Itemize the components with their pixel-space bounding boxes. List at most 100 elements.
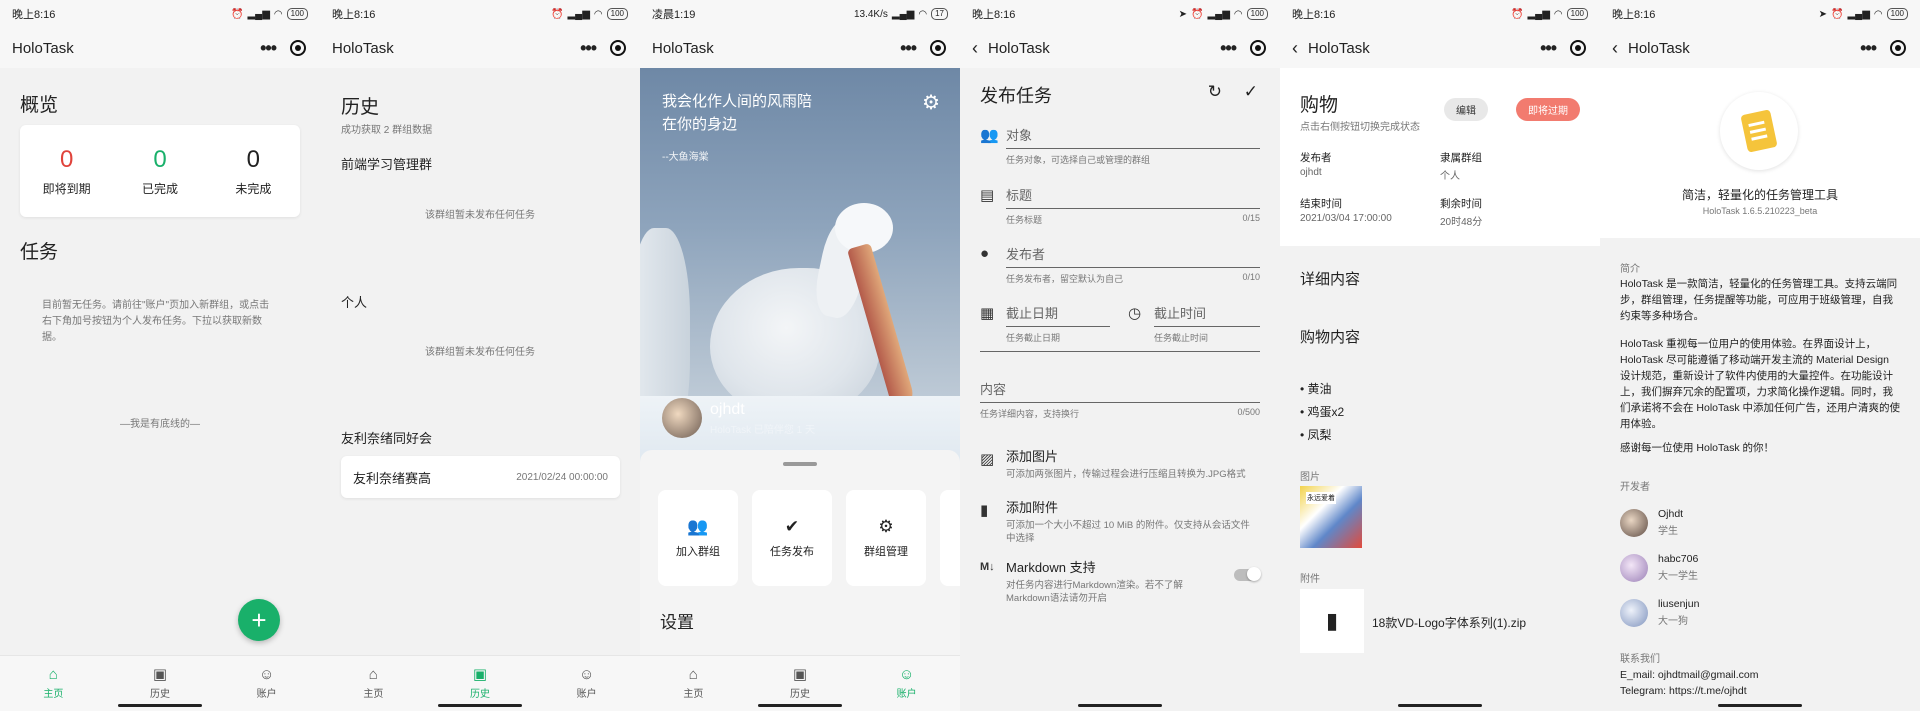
attachment-name[interactable]: 18款VD-Logo字体系列(1).zip bbox=[1372, 614, 1526, 631]
gesture-bar bbox=[758, 704, 842, 707]
option-title: Markdown 支持 bbox=[1006, 560, 1096, 575]
task-hint: 点击右侧按钮切换完成状态 bbox=[1300, 122, 1420, 133]
contact-telegram[interactable]: Telegram: https://t.me/ojhdt bbox=[1620, 683, 1747, 699]
account-icon: ☺ bbox=[579, 666, 595, 683]
close-miniprogram-icon[interactable] bbox=[1890, 40, 1906, 56]
task-header-card: 购物 点击右侧按钮切换完成状态 编辑 即将过期 发布者 ojhdt 隶属群组 个… bbox=[1280, 68, 1600, 246]
contact-email[interactable]: E_mail: ojhdtmail@gmail.com bbox=[1620, 667, 1758, 683]
back-icon[interactable]: ‹ bbox=[1612, 38, 1618, 59]
markdown-toggle[interactable] bbox=[1234, 567, 1261, 581]
more-icon[interactable]: ••• bbox=[260, 38, 277, 59]
stat-incomplete[interactable]: 0 未完成 bbox=[207, 125, 300, 217]
list-item: • 黄油 bbox=[1300, 382, 1332, 396]
nav-history[interactable]: ▣ 历史 bbox=[427, 656, 534, 711]
screen-home: 晚上8:16 ⏰ ▂▄▆ ◠ 100 HoloTask ••• 概览 0 即将到… bbox=[0, 0, 320, 711]
nav-history-label: 历史 bbox=[790, 689, 810, 700]
content-input[interactable]: 内容 bbox=[980, 376, 1260, 403]
task-time: 2021/02/24 00:00:00 bbox=[516, 471, 608, 483]
target-input[interactable]: 对象 bbox=[1006, 122, 1260, 149]
nav-history[interactable]: ▣ 历史 bbox=[747, 656, 854, 711]
username: ojhdt bbox=[710, 400, 745, 418]
char-counter: 0/10 bbox=[1242, 272, 1260, 282]
confirm-check-icon[interactable]: ✓ bbox=[1244, 82, 1258, 102]
wifi-icon: ◠ bbox=[593, 8, 603, 20]
nav-account[interactable]: ☺ 账户 bbox=[853, 656, 960, 711]
stat-due-soon[interactable]: 0 即将到期 bbox=[20, 125, 113, 217]
shortcut-more[interactable] bbox=[940, 490, 960, 586]
close-miniprogram-icon[interactable] bbox=[930, 40, 946, 56]
add-task-button[interactable]: + bbox=[238, 599, 280, 641]
reset-icon[interactable]: ↻ bbox=[1208, 82, 1222, 102]
task-card[interactable]: 友利奈绪赛高 2021/02/24 00:00:00 bbox=[341, 456, 620, 498]
developer-item[interactable]: habc706 大一学生 bbox=[1620, 553, 1698, 582]
status-toggle-button[interactable]: 即将过期 bbox=[1516, 98, 1580, 121]
back-icon[interactable]: ‹ bbox=[1292, 38, 1298, 59]
settings-gear-icon[interactable]: ⚙ bbox=[922, 90, 940, 115]
tagline: 简洁，轻量化的任务管理工具 bbox=[1681, 188, 1838, 202]
gesture-bar bbox=[438, 704, 522, 707]
nav-account[interactable]: ☺ 账户 bbox=[533, 656, 640, 711]
image-thumbnail[interactable]: 永远爱着 bbox=[1300, 486, 1362, 548]
time-input[interactable]: 截止时间 bbox=[1154, 300, 1260, 327]
back-icon[interactable]: ‹ bbox=[972, 38, 978, 59]
close-miniprogram-icon[interactable] bbox=[1250, 40, 1266, 56]
group-manage-button[interactable]: ⚙ 群组管理 bbox=[846, 490, 926, 586]
task-publish-button[interactable]: ✔ 任务发布 bbox=[752, 490, 832, 586]
more-icon[interactable]: ••• bbox=[1540, 38, 1557, 59]
attachment-file-icon[interactable]: ▮ bbox=[1300, 589, 1364, 653]
meta-value: 2021/03/04 17:00:00 bbox=[1300, 213, 1392, 224]
add-image-option[interactable]: ▨ 添加图片 可添加两张图片，传输过程会进行压缩且转换为.JPG格式 bbox=[980, 446, 1260, 481]
dev-role: 学生 bbox=[1658, 526, 1678, 537]
more-icon[interactable]: ••• bbox=[1860, 38, 1877, 59]
nav-home[interactable]: ⌂ 主页 bbox=[320, 656, 427, 711]
screen-task-detail: 晚上8:16 ⏰ ▂▄▆ ◠ 100 ‹ HoloTask ••• 购物 点击右… bbox=[1280, 0, 1600, 711]
page-title: 发布任务 bbox=[980, 86, 1052, 106]
avatar bbox=[1620, 508, 1648, 537]
shortcut-label: 加入群组 bbox=[676, 546, 720, 558]
nav-home-label: 主页 bbox=[363, 689, 384, 700]
edit-button[interactable]: 编辑 bbox=[1444, 98, 1488, 121]
nav-account[interactable]: ☺ 账户 bbox=[213, 656, 320, 711]
nav-history[interactable]: ▣ 历史 bbox=[107, 656, 214, 711]
account-icon: ☺ bbox=[899, 666, 915, 683]
overview-card: 0 即将到期 0 已完成 0 未完成 bbox=[20, 125, 300, 217]
option-title: 添加附件 bbox=[1006, 500, 1059, 515]
stat-completed[interactable]: 0 已完成 bbox=[113, 125, 206, 217]
nav-home[interactable]: ⌂ 主页 bbox=[0, 656, 107, 711]
more-icon[interactable]: ••• bbox=[900, 38, 917, 59]
nav-account-label: 账户 bbox=[256, 689, 277, 700]
status-bar: 凌晨1:19 13.4K/s ▂▄▆ ◠ 17 bbox=[640, 0, 960, 28]
close-miniprogram-icon[interactable] bbox=[1570, 40, 1586, 56]
add-attachment-option[interactable]: ▮ 添加附件 可添加一个大小不超过 10 MiB 的附件。仅支持从会话文件中选择 bbox=[980, 497, 1260, 545]
publisher-input[interactable]: 发布者 bbox=[1006, 241, 1260, 268]
image-icon: ▨ bbox=[980, 451, 995, 468]
sheet-grip[interactable] bbox=[783, 462, 817, 466]
wifi-icon: ◠ bbox=[1553, 8, 1563, 20]
list-item: • 凤梨 bbox=[1300, 428, 1332, 442]
join-group-button[interactable]: 👥 加入群组 bbox=[658, 490, 738, 586]
field-title: ▤ 标题 任务标题 0/15 bbox=[980, 182, 1260, 226]
user-avatar[interactable] bbox=[662, 398, 702, 438]
status-bar: 晚上8:16 ⏰ ▂▄▆ ◠ 100 bbox=[1280, 0, 1600, 28]
content-list: • 黄油 • 鸡蛋x2 • 凤梨 bbox=[1300, 378, 1344, 447]
account-sheet: 👥 加入群组 ✔ 任务发布 ⚙ 群组管理 设置 bbox=[640, 450, 960, 655]
battery-icon: 100 bbox=[1566, 8, 1588, 20]
title-input[interactable]: 标题 bbox=[1006, 182, 1260, 209]
signal-icon: ▂▄▆ bbox=[891, 8, 915, 20]
network-speed: 13.4K/s bbox=[853, 8, 888, 20]
status-bar: 晚上8:16 ➤ ⏰ ▂▄▆ ◠ 100 bbox=[960, 0, 1280, 28]
close-miniprogram-icon[interactable] bbox=[290, 40, 306, 56]
signal-icon: ▂▄▆ bbox=[1527, 8, 1550, 20]
dev-role: 大一狗 bbox=[1658, 616, 1688, 627]
app-bar: ‹ HoloTask ••• bbox=[1280, 28, 1600, 68]
person-icon: ● bbox=[980, 245, 990, 262]
more-icon[interactable]: ••• bbox=[580, 38, 597, 59]
nav-home[interactable]: ⌂ 主页 bbox=[640, 656, 747, 711]
close-miniprogram-icon[interactable] bbox=[610, 40, 626, 56]
location-icon: ➤ bbox=[1818, 8, 1827, 20]
developer-item[interactable]: liusenjun 大一狗 bbox=[1620, 598, 1699, 627]
developer-item[interactable]: Ojhdt 学生 bbox=[1620, 508, 1683, 537]
shortcut-label: 群组管理 bbox=[864, 546, 908, 558]
date-input[interactable]: 截止日期 bbox=[1006, 300, 1110, 327]
more-icon[interactable]: ••• bbox=[1220, 38, 1237, 59]
